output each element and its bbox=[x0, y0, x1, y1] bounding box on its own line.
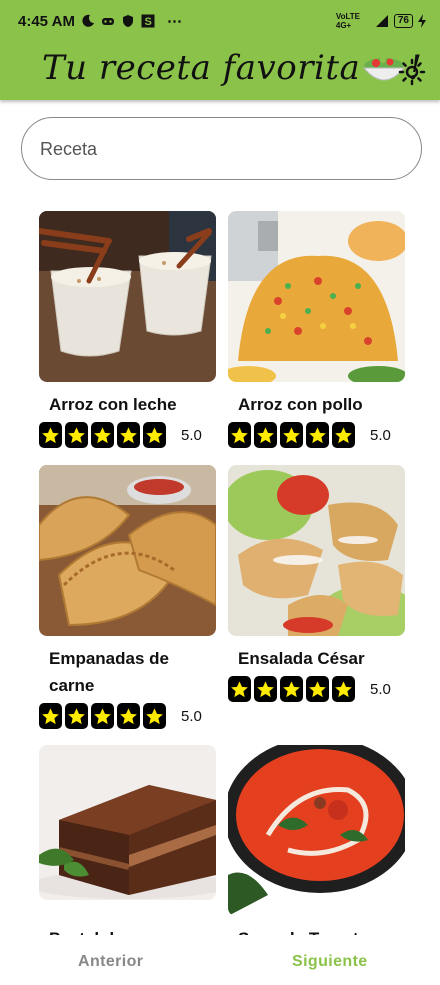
search-box[interactable] bbox=[21, 117, 422, 180]
star-icon bbox=[254, 676, 277, 702]
recipe-image bbox=[228, 745, 405, 916]
rating-stars: 5.0 bbox=[228, 422, 391, 448]
game-controller-icon bbox=[101, 18, 114, 25]
rating-stars: 5.0 bbox=[39, 422, 202, 448]
recipe-image bbox=[228, 465, 405, 636]
recipe-title: Empanadas de carne bbox=[49, 649, 169, 695]
star-icon bbox=[65, 703, 88, 729]
rating-stars: 5.0 bbox=[39, 703, 202, 729]
more-icon: ⋯ bbox=[166, 13, 182, 30]
star-icon bbox=[306, 676, 329, 702]
app-s-icon: S bbox=[141, 14, 155, 28]
recipe-title: Arroz con pollo bbox=[238, 395, 363, 414]
next-button[interactable]: Siguiente bbox=[292, 953, 368, 971]
recipe-title: Arroz con leche bbox=[49, 395, 177, 414]
recipe-image bbox=[228, 211, 405, 382]
rating-value: 5.0 bbox=[370, 680, 391, 698]
star-icon bbox=[228, 422, 251, 448]
pagination-bar: Anterior Siguiente bbox=[0, 935, 440, 985]
app-title: Tu receta favorita ! bbox=[42, 48, 423, 88]
star-icon bbox=[117, 422, 140, 448]
previous-button[interactable]: Anterior bbox=[78, 953, 143, 971]
star-icon bbox=[117, 703, 140, 729]
star-icon bbox=[143, 703, 166, 729]
recipe-image bbox=[39, 465, 216, 636]
recipe-image bbox=[39, 745, 216, 900]
star-icon bbox=[332, 676, 355, 702]
signal-icon bbox=[375, 15, 388, 27]
star-icon bbox=[91, 703, 114, 729]
search-input[interactable] bbox=[40, 136, 400, 162]
battery-indicator: 76 bbox=[393, 14, 413, 28]
status-bar: 4:45 AM S ⋯ VoLTE 4G+ 76 bbox=[0, 0, 440, 44]
network-label: VoLTE 4G+ bbox=[335, 12, 361, 30]
svg-text:S: S bbox=[144, 16, 151, 28]
star-icon bbox=[332, 422, 355, 448]
app-bar: Tu receta favorita ! bbox=[0, 44, 440, 100]
recipe-grid[interactable]: Arroz con leche 5.0 Arroz con pollo 5.0 bbox=[0, 200, 440, 935]
star-icon bbox=[143, 422, 166, 448]
sun-icon[interactable] bbox=[398, 58, 426, 86]
rating-stars: 5.0 bbox=[228, 676, 391, 702]
shield-icon bbox=[122, 15, 133, 27]
star-icon bbox=[280, 676, 303, 702]
rating-value: 5.0 bbox=[181, 426, 202, 444]
recipe-image bbox=[39, 211, 216, 382]
recipe-title: Pastel de bbox=[49, 925, 214, 935]
star-icon bbox=[254, 422, 277, 448]
star-icon bbox=[39, 422, 62, 448]
star-icon bbox=[39, 703, 62, 729]
moon-icon bbox=[82, 14, 94, 27]
recipe-title: Sopa de Tomate bbox=[238, 925, 403, 935]
recipe-title: Ensalada César bbox=[238, 649, 365, 668]
rating-value: 5.0 bbox=[181, 707, 202, 725]
rating-value: 5.0 bbox=[370, 426, 391, 444]
status-time: 4:45 AM bbox=[18, 12, 75, 30]
star-icon bbox=[228, 676, 251, 702]
star-icon bbox=[306, 422, 329, 448]
star-icon bbox=[65, 422, 88, 448]
star-icon bbox=[91, 422, 114, 448]
charging-icon bbox=[418, 14, 426, 28]
star-icon bbox=[280, 422, 303, 448]
